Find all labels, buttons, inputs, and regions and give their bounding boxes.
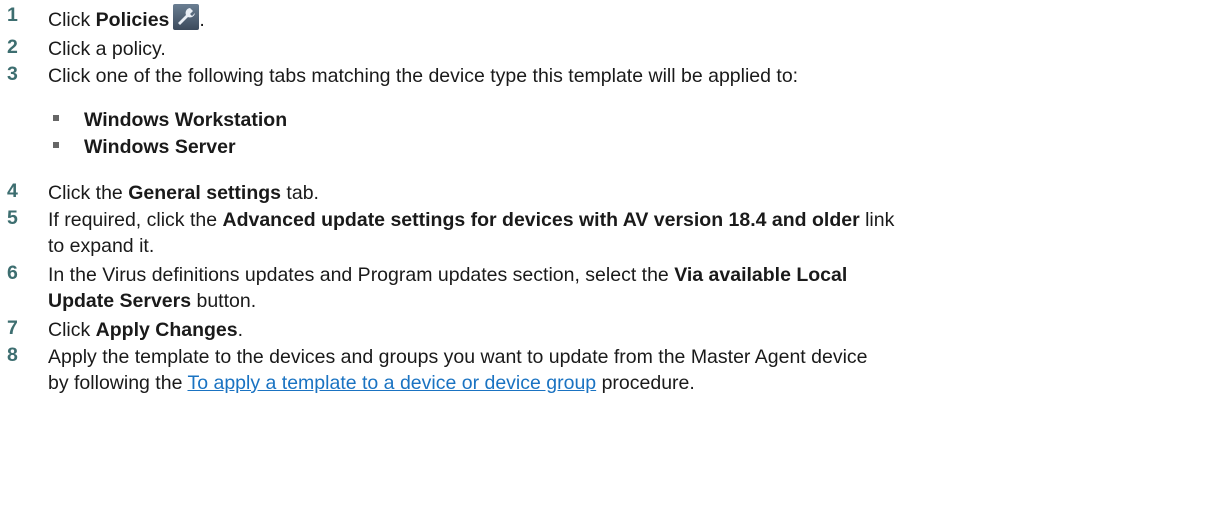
wrench-icon (173, 4, 200, 30)
policies-label: Policies (95, 9, 170, 31)
step-text: Click a policy. (48, 38, 166, 60)
step-number: 7 (7, 317, 18, 339)
step-number: 1 (7, 4, 18, 26)
step-number: 5 (7, 207, 18, 229)
step-text: Click Policies. (48, 4, 1195, 33)
step-number: 8 (7, 344, 18, 366)
bullet-square-icon (53, 142, 59, 148)
instructions-document: 1 Click Policies. 2 Click a policy. 3 Cl… (0, 0, 1215, 523)
apply-template-procedure-link[interactable]: To apply a template to a device or devic… (187, 372, 596, 394)
step-number: 2 (7, 36, 18, 58)
step-number: 4 (7, 180, 18, 202)
tab-name: Windows Workstation (84, 109, 288, 131)
step-text: Click the General settings tab. (48, 182, 319, 204)
step-text: In the Virus definitions updates and Pro… (48, 264, 848, 312)
step-text: Click Apply Changes. (48, 319, 244, 341)
step-text: If required, click the Advanced update s… (48, 209, 895, 257)
step-number: 3 (7, 63, 18, 85)
bullet-square-icon (53, 115, 59, 121)
step-text: Click one of the following tabs matching… (48, 65, 799, 87)
tab-name: Windows Server (84, 136, 236, 158)
step-number: 6 (7, 262, 18, 284)
step-text: Apply the template to the devices and gr… (48, 346, 868, 394)
